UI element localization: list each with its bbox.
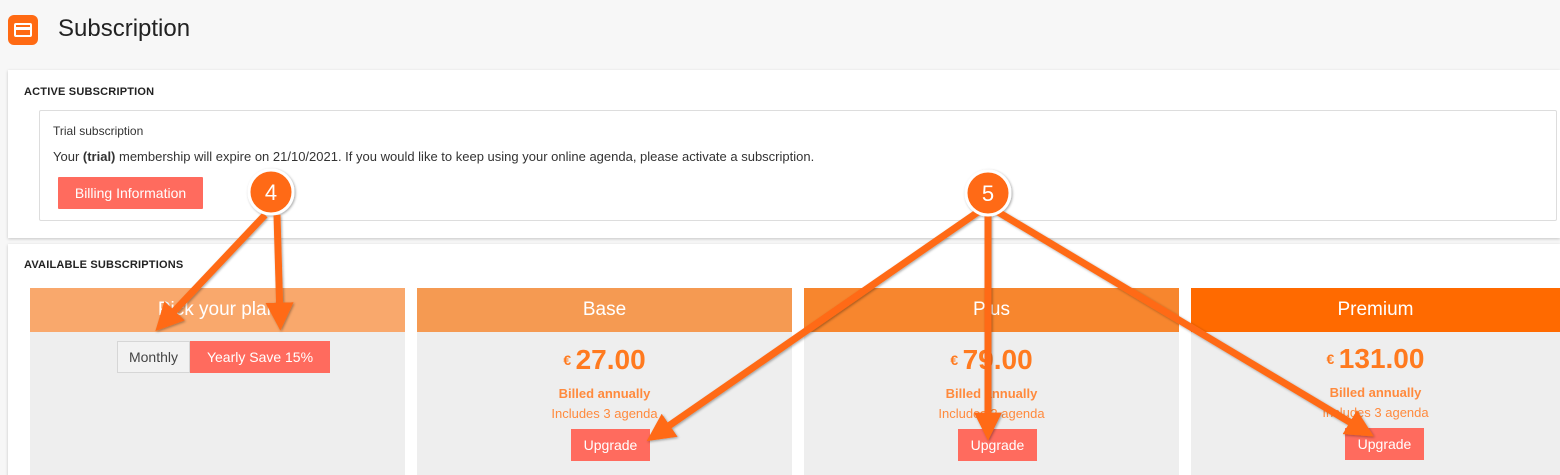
plan-name-base: Base <box>417 288 792 332</box>
page-title: Subscription <box>58 15 191 42</box>
upgrade-button-plus[interactable]: Upgrade <box>958 429 1037 461</box>
active-subscription-label: ACTIVE SUBSCRIPTION <box>24 86 155 98</box>
plan-includes-base: Includes 3 agenda <box>551 406 658 421</box>
plan-card-premium: Premium € 131.00 Billed annually Include… <box>1191 288 1560 475</box>
trial-subscription-box: Trial subscription Your (trial) membersh… <box>39 110 1557 221</box>
plan-picker-card: Pick your plan Monthly Yearly Save 15% <box>30 288 405 475</box>
plan-price-plus: € 79.00 <box>950 344 1033 375</box>
billing-period-toggle: Monthly Yearly Save 15% <box>117 341 330 373</box>
billing-information-button[interactable]: Billing Information <box>58 177 203 209</box>
upgrade-button-premium[interactable]: Upgrade <box>1345 428 1424 460</box>
plan-billed-premium: Billed annually <box>1329 385 1422 400</box>
upgrade-button-base[interactable]: Upgrade <box>571 429 650 461</box>
plan-picker-title: Pick your plan <box>30 288 405 332</box>
plan-name-plus: Plus <box>804 288 1179 332</box>
monthly-toggle-button[interactable]: Monthly <box>117 341 190 373</box>
plan-card-base: Base € 27.00 Billed annually Includes 3 … <box>417 288 792 475</box>
active-subscription-panel: ACTIVE SUBSCRIPTION Trial subscription Y… <box>8 70 1560 238</box>
plan-billed-plus: Billed annually <box>945 386 1038 401</box>
credit-card-icon <box>8 15 38 45</box>
plan-includes-plus: Includes 3 agenda <box>938 406 1045 421</box>
plan-includes-premium: Includes 3 agenda <box>1322 405 1429 420</box>
trial-bold: (trial) <box>82 149 116 164</box>
trial-title: Trial subscription <box>53 124 144 138</box>
plan-billed-base: Billed annually <box>558 386 651 401</box>
available-subscriptions-label: AVAILABLE SUBSCRIPTIONS <box>24 259 184 271</box>
plan-name-premium: Premium <box>1191 288 1560 332</box>
plan-card-plus: Plus € 79.00 Billed annually Includes 3 … <box>804 288 1179 475</box>
page-header: Subscription <box>0 0 1560 60</box>
plan-price-base: € 27.00 <box>563 344 646 375</box>
plan-price-premium: € 131.00 <box>1326 343 1425 374</box>
yearly-toggle-button[interactable]: Yearly Save 15% <box>190 341 330 373</box>
trial-message: Your (trial) membership will expire on 2… <box>53 149 815 164</box>
